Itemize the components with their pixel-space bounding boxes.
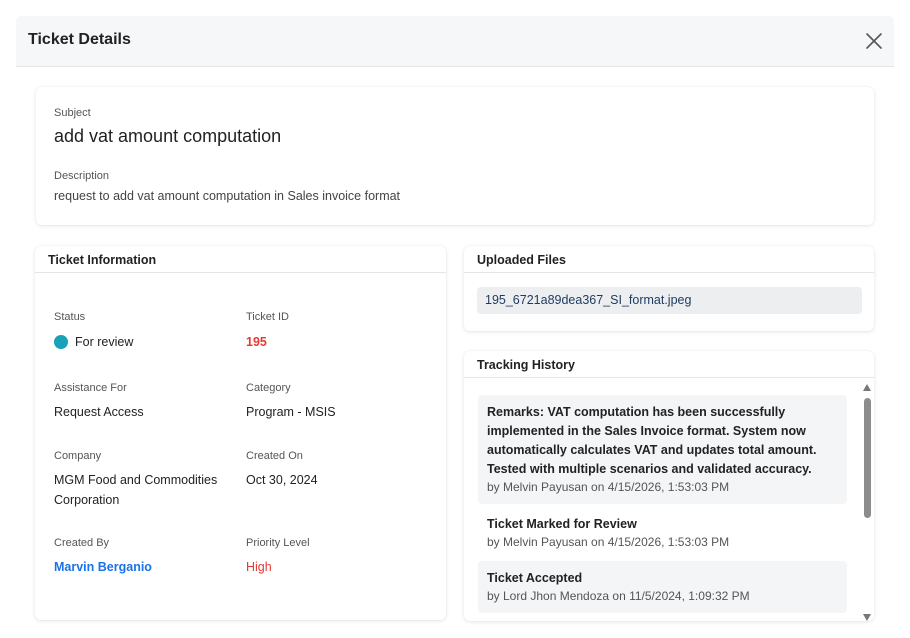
history-item-meta: by Lord Jhon Mendoza on 11/5/2024, 1:09:…: [487, 589, 750, 603]
ticket-id-label: Ticket ID: [246, 311, 289, 323]
scroll-up-arrow-icon[interactable]: [863, 384, 871, 391]
status-label: Status: [54, 311, 86, 323]
uploaded-files-card: Uploaded Files 195_6721a89dea367_SI_form…: [464, 246, 874, 331]
uploaded-files-title: Uploaded Files: [464, 246, 874, 273]
assistance-for-label: Assistance For: [54, 382, 127, 394]
ticket-id-value: 195: [246, 335, 267, 349]
status-dot-icon: [54, 335, 68, 349]
history-item: Ticket Marked for Review by Melvin Payus…: [478, 507, 847, 559]
modal-title: Ticket Details: [28, 31, 131, 48]
file-link[interactable]: 195_6721a89dea367_SI_format.jpeg: [477, 287, 862, 314]
tracking-history-title: Tracking History: [464, 351, 874, 378]
history-item: Ticket Accepted by Lord Jhon Mendoza on …: [478, 561, 847, 613]
ticket-information-card: Ticket Information Status For review Tic…: [35, 246, 446, 620]
company-value: MGM Food and Commodities Corporation: [54, 473, 218, 507]
subject-card: Subject add vat amount computation Descr…: [36, 87, 874, 225]
history-item-meta: by Melvin Payusan on 4/15/2026, 1:53:03 …: [487, 535, 730, 549]
created-by-label: Created By: [54, 537, 110, 549]
priority-level-value: High: [246, 560, 272, 574]
status-value-wrap: For review: [54, 332, 133, 352]
created-by-link[interactable]: Marvin Berganio: [54, 557, 152, 577]
ticket-details-modal: Ticket Details Subject add vat amount co…: [16, 16, 894, 638]
created-on-label: Created On: [246, 450, 303, 462]
company-label: Company: [54, 450, 102, 462]
history-item-title: Ticket Accepted: [487, 571, 583, 585]
description-value: request to add vat amount computation in…: [54, 189, 401, 203]
status-value: For review: [75, 335, 134, 349]
tracking-history-card: Tracking History Remarks: VAT computatio…: [464, 351, 874, 621]
close-button[interactable]: [864, 31, 884, 51]
history-item-title: Remarks: VAT computation has been succes…: [487, 405, 817, 476]
scroll-down-arrow-icon[interactable]: [863, 614, 871, 621]
history-scrollbar[interactable]: [862, 384, 872, 621]
scroll-thumb[interactable]: [864, 398, 871, 518]
close-icon: [866, 33, 882, 49]
created-on-value: Oct 30, 2024: [246, 473, 318, 487]
ticket-information-title: Ticket Information: [35, 246, 446, 273]
category-value: Program - MSIS: [246, 405, 336, 419]
history-item: Remarks: VAT computation has been succes…: [478, 395, 847, 504]
priority-level-label: Priority Level: [246, 537, 310, 549]
category-label: Category: [246, 382, 291, 394]
history-item-title: Ticket Marked for Review: [487, 517, 637, 531]
description-label: Description: [54, 170, 110, 182]
modal-header: Ticket Details: [16, 16, 894, 67]
assistance-for-value: Request Access: [54, 405, 144, 419]
tracking-history-list[interactable]: Remarks: VAT computation has been succes…: [464, 379, 859, 621]
history-item-meta: by Melvin Payusan on 4/15/2026, 1:53:03 …: [487, 480, 730, 494]
subject-value: add vat amount computation: [54, 126, 282, 146]
subject-label: Subject: [54, 107, 91, 119]
